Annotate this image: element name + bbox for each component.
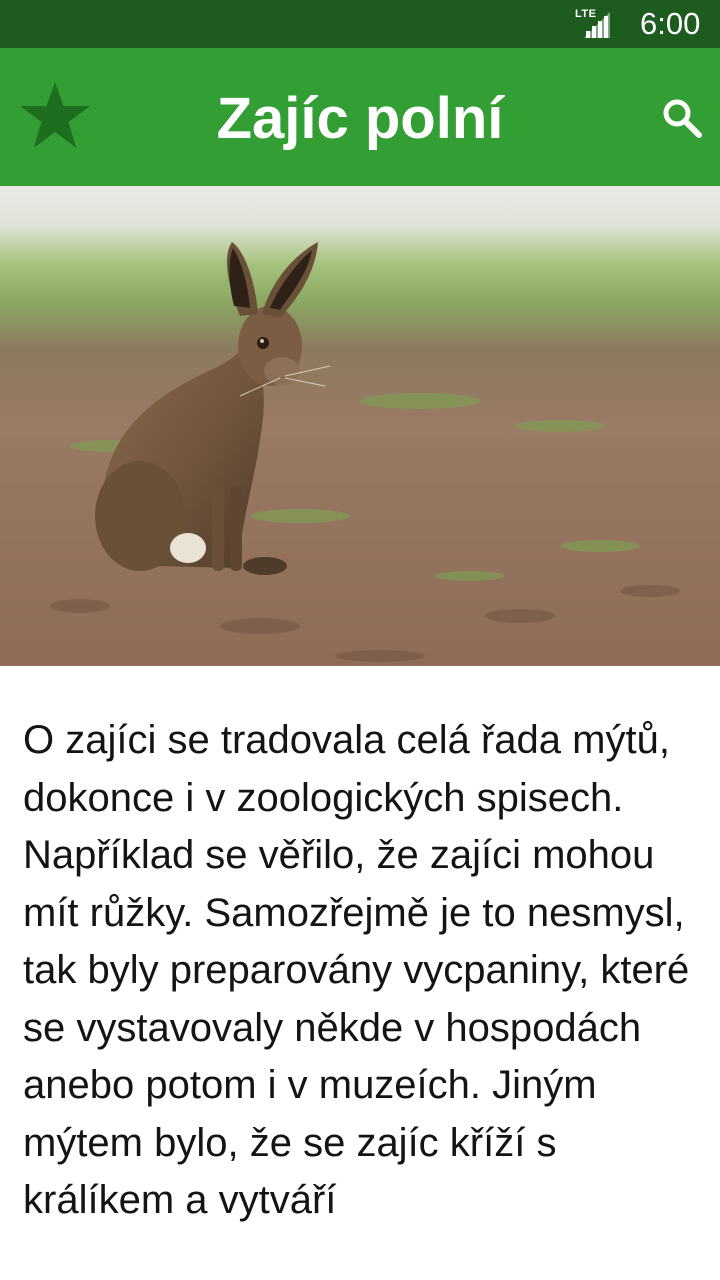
- search-icon[interactable]: [660, 96, 704, 140]
- status-bar: LTE 6:00: [0, 0, 720, 48]
- hare-photo: [0, 186, 720, 666]
- clock: 6:00: [640, 6, 701, 41]
- page-title: Zajíc polní: [216, 86, 504, 151]
- article-text: O zajíci se tradovala celá řada mýtů, do…: [23, 718, 690, 1222]
- app-bar: Zajíc polní: [0, 48, 720, 186]
- hero-image: [0, 186, 720, 666]
- star-icon[interactable]: [18, 80, 92, 150]
- signal-icon: [584, 12, 610, 38]
